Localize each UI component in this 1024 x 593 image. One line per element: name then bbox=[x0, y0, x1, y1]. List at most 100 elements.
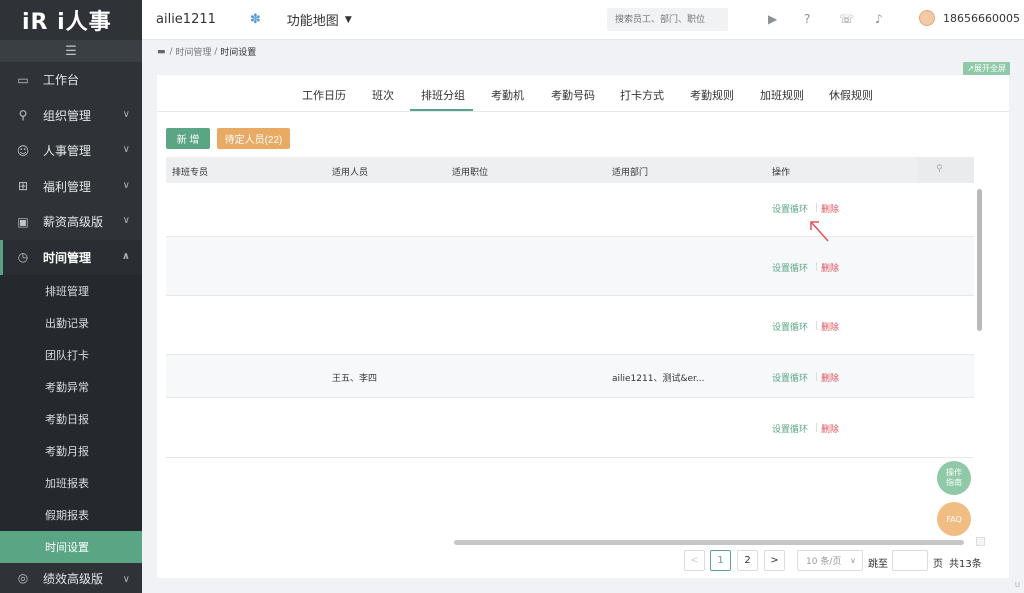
tab-6[interactable]: 考勤规则 bbox=[690, 87, 734, 103]
set-cycle-link[interactable]: 设置循环 bbox=[772, 320, 808, 333]
column-filter-icon[interactable]: ⚲ bbox=[936, 164, 943, 174]
tab-4[interactable]: 考勤号码 bbox=[551, 87, 595, 103]
col-department: 适用部门 bbox=[612, 168, 649, 178]
breadcrumb-icon: ▬ bbox=[157, 46, 166, 57]
app-logo[interactable]: iR i人事 bbox=[0, 0, 142, 40]
search-input[interactable] bbox=[607, 8, 728, 31]
delete-link[interactable]: 删除 bbox=[821, 371, 839, 384]
faq-button[interactable]: FAQ bbox=[937, 502, 971, 536]
sidebar-subitem-7[interactable]: 假期报表 bbox=[0, 499, 142, 531]
sidebar-subitem-1[interactable]: 出勤记录 bbox=[0, 307, 142, 339]
page-1-button[interactable]: 1 bbox=[710, 550, 731, 571]
sidebar-item-performance[interactable]: ◎ 绩效高级版 ∨ bbox=[0, 563, 142, 593]
avatar[interactable] bbox=[919, 10, 935, 26]
tab-5[interactable]: 打卡方式 bbox=[620, 87, 664, 103]
table-header: 排班专员 适用人员 适用职位 适用部门 操作 ⚲ bbox=[166, 157, 974, 183]
delete-link[interactable]: 删除 bbox=[821, 320, 839, 333]
target-icon: ◎ bbox=[17, 571, 29, 585]
sidebar-item-5[interactable]: ◷ 时间管理 ∧ bbox=[0, 239, 142, 275]
op-divider bbox=[816, 262, 817, 271]
operation-guide-button[interactable]: 操作 指南 bbox=[937, 461, 971, 495]
next-page-button[interactable]: > bbox=[764, 550, 785, 571]
sidebar: iR i人事 ☰ ▭ 工作台 ⚲ 组织管理 ∨ ☺ 人事管理 ∨ ⊞ 福利管理 ∨ ▣ 薪资高级版 ∨ ◷ 时… bbox=[0, 0, 142, 593]
set-cycle-link[interactable]: 设置循环 bbox=[772, 371, 808, 384]
tab-8[interactable]: 休假规则 bbox=[829, 87, 873, 103]
expand-fullscreen-button[interactable]: ↗展开全屏 bbox=[963, 62, 1010, 75]
sidebar-subitem-6[interactable]: 加班报表 bbox=[0, 467, 142, 499]
pending-staff-button[interactable]: 待定人员(22) bbox=[217, 128, 290, 149]
user-phone[interactable]: 18656660005 bbox=[943, 12, 1020, 25]
bell-icon[interactable]: ♪ bbox=[875, 12, 883, 26]
table-row: 设置循环 删除 bbox=[166, 296, 974, 355]
tab-2[interactable]: 排班分组 bbox=[421, 87, 465, 103]
vertical-scrollbar[interactable] bbox=[977, 189, 982, 331]
phone-icon[interactable]: ☏ bbox=[839, 12, 854, 26]
wallet-icon: ▣ bbox=[17, 214, 29, 229]
sidebar-subitem-2[interactable]: 团队打卡 bbox=[0, 339, 142, 371]
sidebar-collapse-button[interactable]: ☰ bbox=[0, 40, 142, 62]
shift-group-table: 排班专员 适用人员 适用职位 适用部门 操作 ⚲ 设置循环 删除 设置循环 删除 设置循… bbox=[166, 157, 974, 458]
jump-page-input[interactable] bbox=[892, 550, 928, 571]
expand-icon: ↗ bbox=[967, 64, 974, 73]
function-map-menu[interactable]: 功能地图 ▼ bbox=[287, 10, 352, 29]
sidebar-item-1[interactable]: ⚲ 组织管理 ∨ bbox=[0, 98, 142, 134]
annotation-arrow bbox=[810, 221, 829, 242]
video-icon[interactable]: ▶ bbox=[768, 12, 777, 26]
sidebar-item-3[interactable]: ⊞ 福利管理 ∨ bbox=[0, 169, 142, 205]
person-icon: ☺ bbox=[16, 143, 30, 158]
page-suffix: 页 bbox=[933, 559, 943, 570]
page-2-button[interactable]: 2 bbox=[737, 550, 758, 571]
sidebar-subitem-5[interactable]: 考勤月报 bbox=[0, 435, 142, 467]
tab-0[interactable]: 工作日历 bbox=[302, 87, 346, 103]
sidebar-item-label: 时间管理 bbox=[43, 250, 92, 265]
op-divider bbox=[816, 372, 817, 381]
main-card: 工作日历 班次 排班分组 考勤机 考勤号码 打卡方式 考勤规则 加班规则 休假规则 新 增 待定… bbox=[157, 75, 1009, 578]
sidebar-subitem-8[interactable]: 时间设置 bbox=[0, 531, 142, 563]
tab-3[interactable]: 考勤机 bbox=[491, 87, 524, 103]
col-position: 适用职位 bbox=[452, 168, 489, 178]
jump-label: 跳至 bbox=[868, 559, 888, 570]
table-row: 王五、李四 ailie1211、测试&er... 设置循环 删除 bbox=[166, 355, 974, 398]
sidebar-item-2[interactable]: ☺ 人事管理 ∨ bbox=[0, 133, 142, 169]
help-icon[interactable]: ? bbox=[804, 12, 810, 26]
caret-down-icon: ▼ bbox=[344, 14, 352, 25]
org-icon: ⚲ bbox=[18, 108, 28, 123]
breadcrumb-parent[interactable]: 时间管理 bbox=[175, 45, 211, 58]
gift-icon: ⊞ bbox=[17, 179, 29, 194]
monitor-icon: ▭ bbox=[17, 72, 29, 87]
cell-people: 王五、李四 bbox=[332, 374, 378, 384]
set-cycle-link[interactable]: 设置循环 bbox=[772, 202, 808, 215]
horizontal-scrollbar[interactable] bbox=[454, 540, 964, 545]
tab-7[interactable]: 加班规则 bbox=[760, 87, 804, 103]
menu-icon: ☰ bbox=[65, 43, 77, 59]
chevron-down-icon: ∨ bbox=[122, 179, 130, 191]
sidebar-item-0[interactable]: ▭ 工作台 bbox=[0, 62, 142, 98]
delete-link[interactable]: 删除 bbox=[821, 202, 839, 215]
new-button[interactable]: 新 增 bbox=[166, 128, 210, 149]
prev-page-button[interactable]: < bbox=[684, 550, 705, 571]
sidebar-subitem-3[interactable]: 考勤异常 bbox=[0, 371, 142, 403]
active-tab-indicator bbox=[410, 109, 473, 111]
sidebar-item-label: 工作台 bbox=[43, 73, 80, 88]
set-cycle-link[interactable]: 设置循环 bbox=[772, 422, 808, 435]
sidebar-item-label: 福利管理 bbox=[43, 179, 92, 194]
clock-icon: ◷ bbox=[17, 250, 29, 265]
page-size-select[interactable]: 10 条/页 ∨ bbox=[797, 550, 863, 571]
company-name[interactable]: ailie1211 bbox=[156, 12, 216, 27]
sidebar-subitem-4[interactable]: 考勤日报 bbox=[0, 403, 142, 435]
sidebar-item-4[interactable]: ▣ 薪资高级版 ∨ bbox=[0, 204, 142, 240]
breadcrumb-current: 时间设置 bbox=[220, 48, 257, 58]
tab-1[interactable]: 班次 bbox=[372, 87, 394, 103]
sidebar-item-label: 薪资高级版 bbox=[43, 215, 104, 230]
sidebar-subitem-0[interactable]: 排班管理 bbox=[0, 275, 142, 307]
corner-mark: U bbox=[1014, 581, 1020, 589]
chevron-up-icon: ∧ bbox=[121, 250, 130, 262]
gear-icon[interactable]: ✽ bbox=[250, 12, 261, 27]
delete-link[interactable]: 删除 bbox=[821, 261, 839, 274]
set-cycle-link[interactable]: 设置循环 bbox=[772, 261, 808, 274]
sidebar-item-label: 绩效高级版 bbox=[43, 571, 104, 586]
col-operation: 操作 bbox=[772, 168, 791, 178]
sidebar-item-label: 组织管理 bbox=[43, 108, 92, 123]
delete-link[interactable]: 删除 bbox=[821, 422, 839, 435]
op-divider bbox=[816, 423, 817, 432]
